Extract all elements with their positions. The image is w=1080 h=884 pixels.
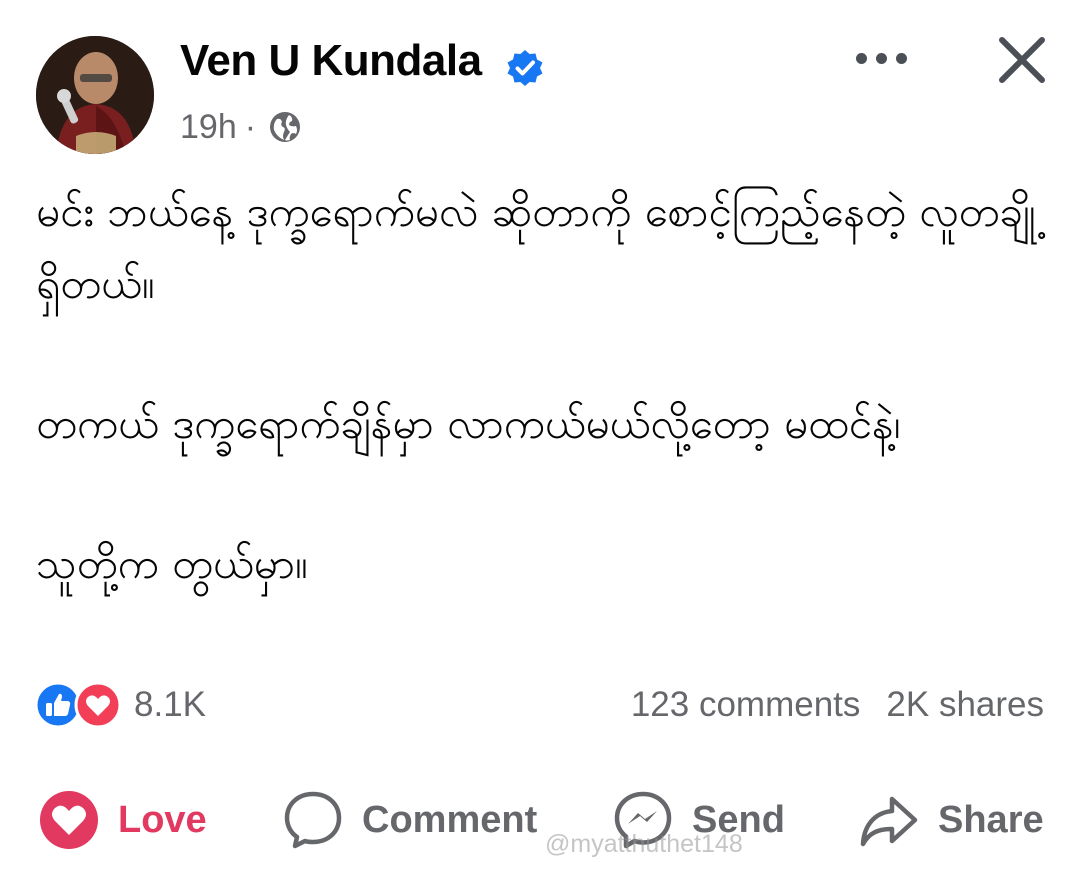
reaction-summary[interactable]: 8.1K xyxy=(34,680,206,730)
globe-icon xyxy=(270,112,301,142)
post-time[interactable]: 19h xyxy=(180,108,237,147)
post-paragraph: မင်း ဘယ်နေ့ ဒုက္ခရောက်မလဲ ဆိုတာကို စောင့… xyxy=(36,187,1036,308)
comments-count[interactable]: 123 comments xyxy=(631,685,861,725)
heart-icon xyxy=(40,791,98,849)
meta-separator: · xyxy=(244,107,257,146)
share-button[interactable]: Share xyxy=(858,784,1044,856)
shares-count[interactable]: 2K shares xyxy=(886,685,1044,725)
post-viewer: Ven U Kundala 19h · မင်း ဘယ်နေ့ ဒုက္ခရော… xyxy=(0,0,1080,884)
comment-icon xyxy=(284,791,342,849)
share-icon xyxy=(860,796,918,847)
action-bar: Love Comment Send Share xyxy=(0,784,1080,856)
watermark: @myatthuthet148 xyxy=(545,830,743,858)
more-options-icon[interactable] xyxy=(846,36,916,80)
love-label: Love xyxy=(118,798,207,841)
love-button[interactable]: Love xyxy=(38,784,207,856)
love-reaction-icon xyxy=(74,681,122,729)
post-paragraph: သူတို့က တွယ်မှာ။ xyxy=(36,539,308,588)
author-name[interactable]: Ven U Kundala xyxy=(180,36,482,86)
comment-button[interactable]: Comment xyxy=(282,784,537,856)
reaction-count: 8.1K xyxy=(134,685,206,724)
post-body: မင်း ဘယ်နေ့ ဒုက္ခရောက်မလဲ ဆိုတာကို စောင့… xyxy=(36,176,1046,668)
share-label: Share xyxy=(938,798,1044,841)
close-icon[interactable] xyxy=(992,30,1052,90)
engagement-stats: 123 comments 2K shares xyxy=(631,680,1044,730)
verified-badge-icon xyxy=(507,50,543,86)
author-avatar[interactable] xyxy=(36,36,154,154)
comment-label: Comment xyxy=(362,798,538,841)
post-meta: 19h · xyxy=(180,106,302,148)
post-paragraph: တကယ် ဒုက္ခရောက်ချိန်မှာ လာကယ်မယ်လို့တော့… xyxy=(36,399,901,448)
